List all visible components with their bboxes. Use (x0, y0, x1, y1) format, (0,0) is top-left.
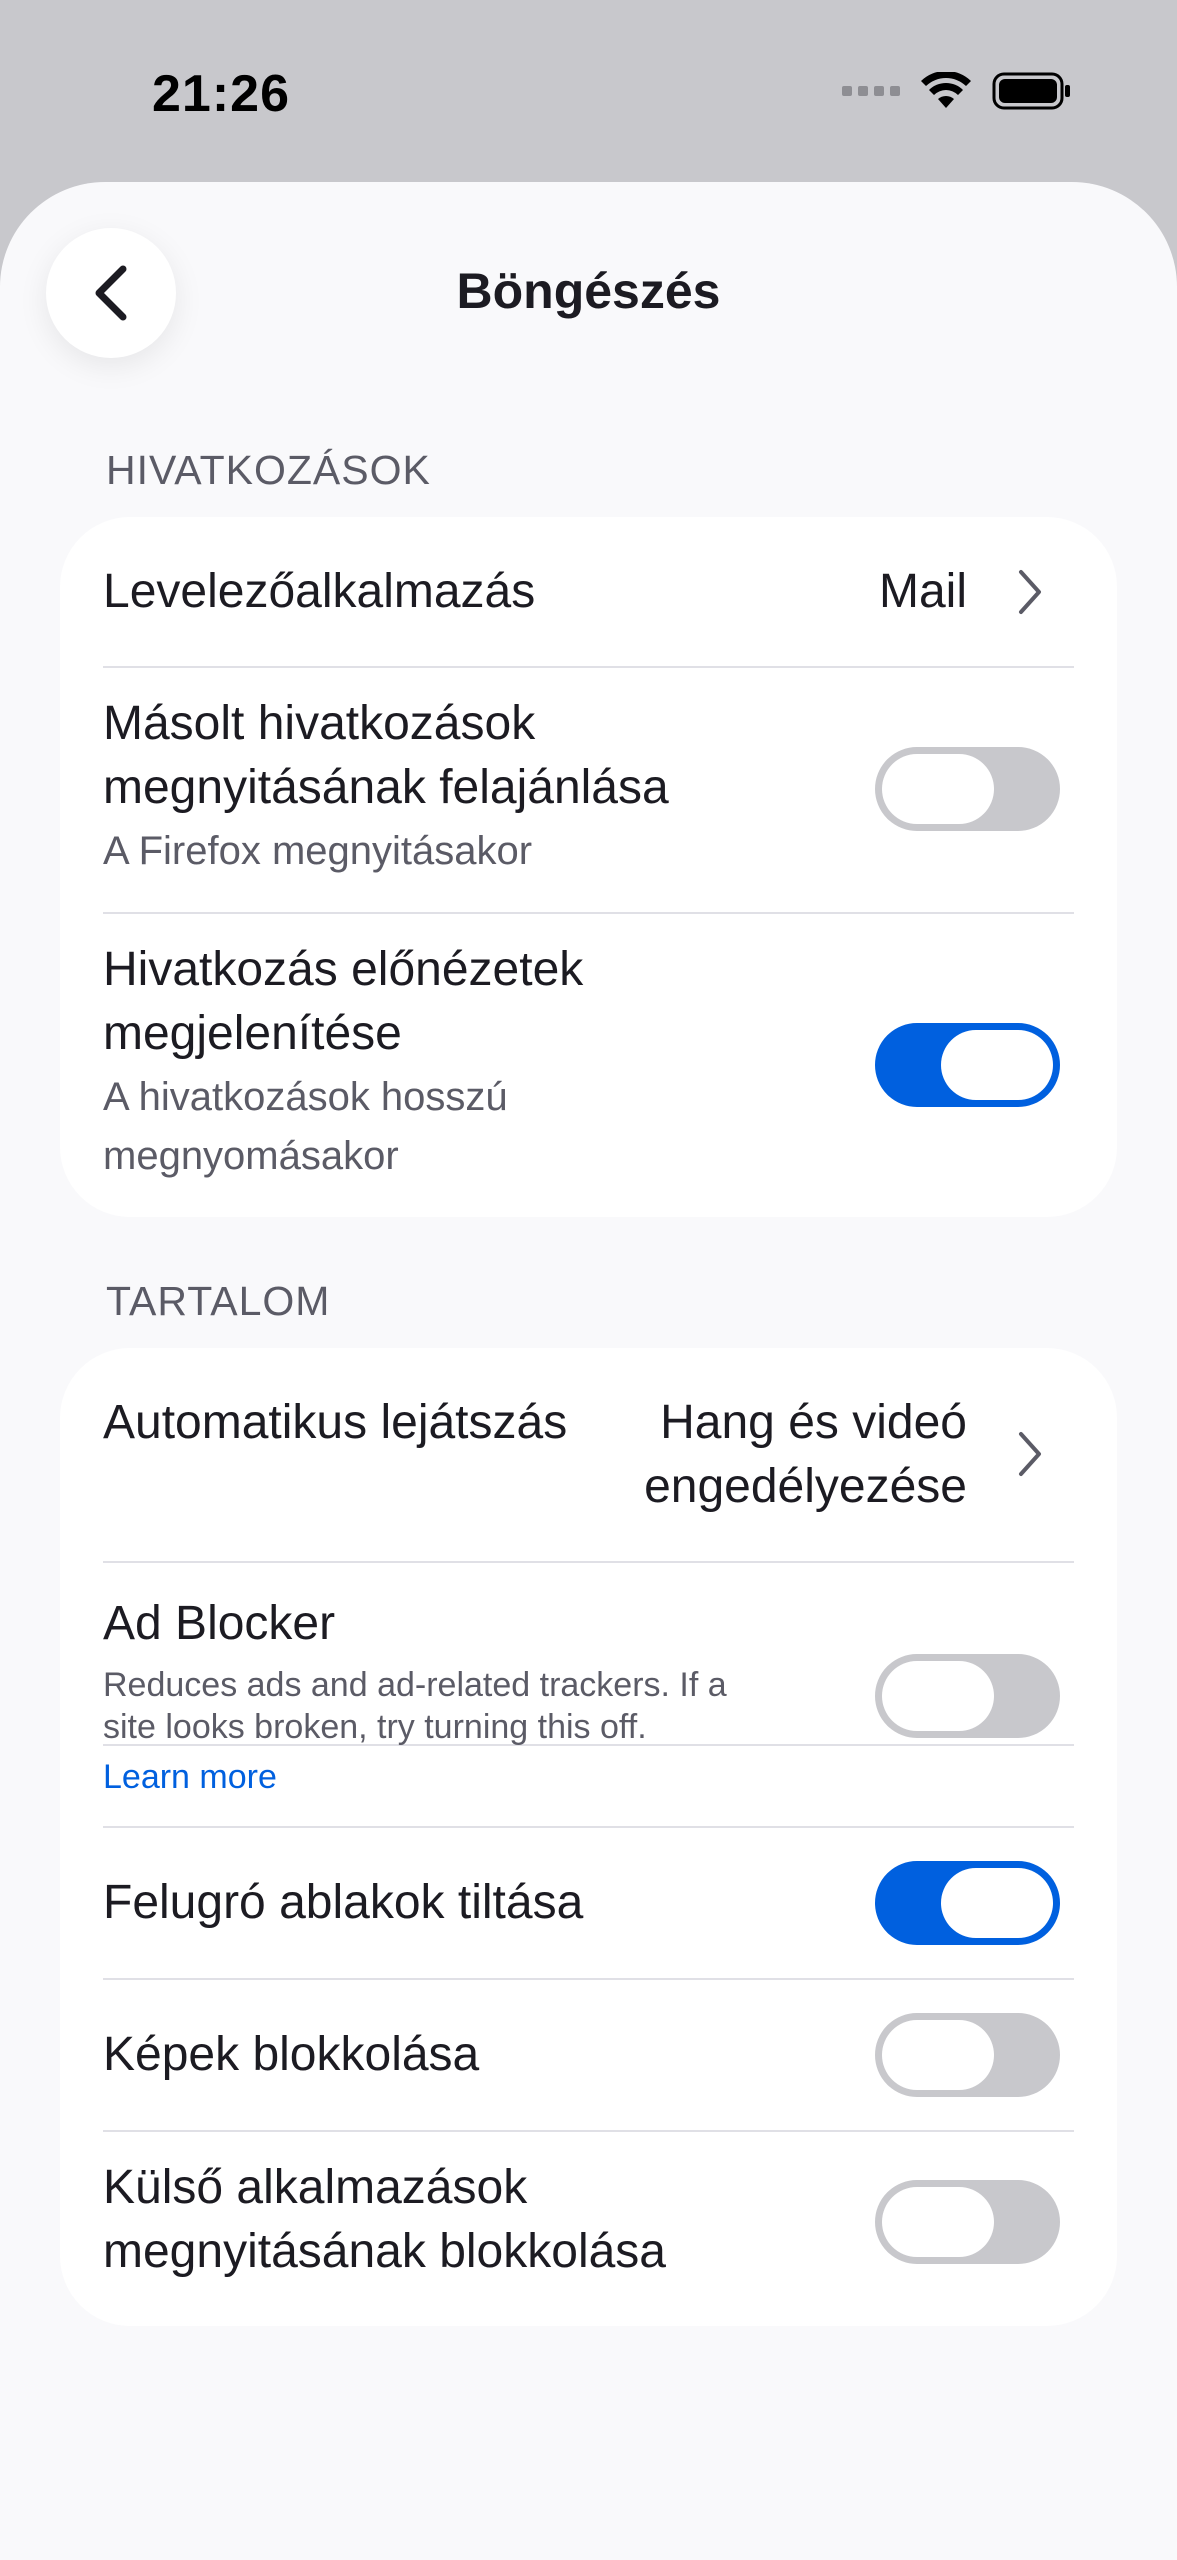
link-previews-title-line1: Hivatkozás előnézetek (103, 943, 584, 996)
offer-copied-title-line1: Másolt hivatkozások (103, 697, 536, 750)
mail-app-value: Mail (878, 565, 967, 618)
link-previews-subtitle-line1: A hivatkozások hosszú (103, 1075, 508, 1119)
offer-copied-links-row: Másolt hivatkozások megnyitásának felajá… (60, 667, 1117, 912)
page-title: Böngészés (456, 263, 721, 319)
toggle-knob (941, 1868, 1053, 1938)
offer-copied-title-line2: megnyitásának felajánlása (103, 761, 669, 814)
link-previews-title-line2: megjelenítése (103, 1007, 402, 1060)
chevron-right-icon (1019, 570, 1041, 614)
block-external-apps-row: Külső alkalmazások megnyitásának blokkol… (60, 2131, 1117, 2311)
toggle-knob (882, 754, 994, 824)
link-previews-subtitle-line2: megnyomásakor (103, 1134, 399, 1178)
link-previews-toggle[interactable] (875, 1023, 1060, 1107)
block-images-toggle[interactable] (875, 2013, 1060, 2097)
ad-blocker-row: Ad Blocker Reduces ads and ad-related tr… (60, 1562, 1117, 1827)
block-popups-row: Felugró ablakok tiltása (60, 1827, 1117, 1979)
link-previews-row: Hivatkozás előnézetek megjelenítése A hi… (60, 913, 1117, 1217)
mail-app-row[interactable]: Levelezőalkalmazás Mail (60, 517, 1117, 667)
block-popups-title: Felugró ablakok tiltása (103, 1876, 584, 1929)
status-bar: 21:26 (0, 0, 1177, 180)
status-time: 21:26 (152, 65, 290, 123)
offer-copied-toggle[interactable] (875, 747, 1060, 831)
block-external-apps-toggle[interactable] (875, 2180, 1060, 2264)
ad-blocker-toggle[interactable] (875, 1654, 1060, 1738)
section-header-content: TARTALOM (106, 1278, 331, 1324)
block-popups-toggle[interactable] (875, 1861, 1060, 1945)
block-images-title: Képek blokkolása (103, 2028, 480, 2081)
content-card-rows: Ad Blocker Reduces ads and ad-related tr… (60, 1348, 1117, 2326)
toggle-knob (882, 1661, 994, 1731)
toggle-knob (882, 2020, 994, 2090)
ad-blocker-description-line1: Reduces ads and ad-related trackers. If … (103, 1666, 727, 1704)
battery-icon (992, 72, 1070, 110)
ad-blocker-description-line2: site looks broken, try turning this off. (103, 1708, 647, 1746)
toggle-knob (882, 2187, 994, 2257)
learn-more-link[interactable]: Learn more (103, 1758, 277, 1797)
block-images-row: Képek blokkolása (60, 1979, 1117, 2131)
section-header-links: HIVATKOZÁSOK (106, 447, 431, 493)
offer-copied-subtitle: A Firefox megnyitásakor (103, 829, 533, 873)
ad-blocker-title: Ad Blocker (103, 1597, 336, 1650)
cellular-signal-icon (842, 86, 900, 96)
wifi-icon (921, 72, 971, 108)
block-external-apps-title-line1: Külső alkalmazások (103, 2161, 528, 2214)
links-card: Levelezőalkalmazás Mail Másolt hivatkozá… (60, 517, 1117, 1217)
toggle-knob (941, 1030, 1053, 1100)
block-external-apps-title-line2: megnyitásának blokkolása (103, 2225, 666, 2278)
status-icons (842, 72, 1072, 110)
mail-app-title: Levelezőalkalmazás (103, 565, 536, 618)
